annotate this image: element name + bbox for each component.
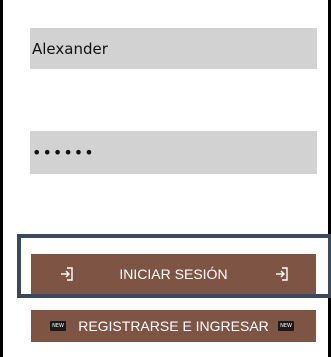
new-badge-icon: NEW: [50, 321, 66, 331]
password-value: ••••••: [32, 143, 95, 162]
new-badge-icon: NEW: [278, 321, 294, 331]
new-badge-text: NEW: [50, 321, 66, 331]
sign-in-icon: [275, 267, 289, 281]
register-button-label: REGISTRARSE E INGRESAR: [78, 318, 269, 334]
login-button[interactable]: INICIAR SESIÓN: [31, 254, 316, 294]
sign-in-icon: [60, 267, 74, 281]
password-field[interactable]: ••••••: [30, 131, 317, 174]
new-badge-text: NEW: [278, 321, 294, 331]
login-button-label: INICIAR SESIÓN: [119, 266, 228, 282]
username-field[interactable]: Alexander: [30, 28, 317, 69]
login-screen: Alexander •••••• INICIAR SESIÓN NEW REGI…: [0, 0, 331, 357]
username-value: Alexander: [32, 39, 108, 58]
register-button[interactable]: NEW REGISTRARSE E INGRESAR NEW: [31, 310, 316, 342]
